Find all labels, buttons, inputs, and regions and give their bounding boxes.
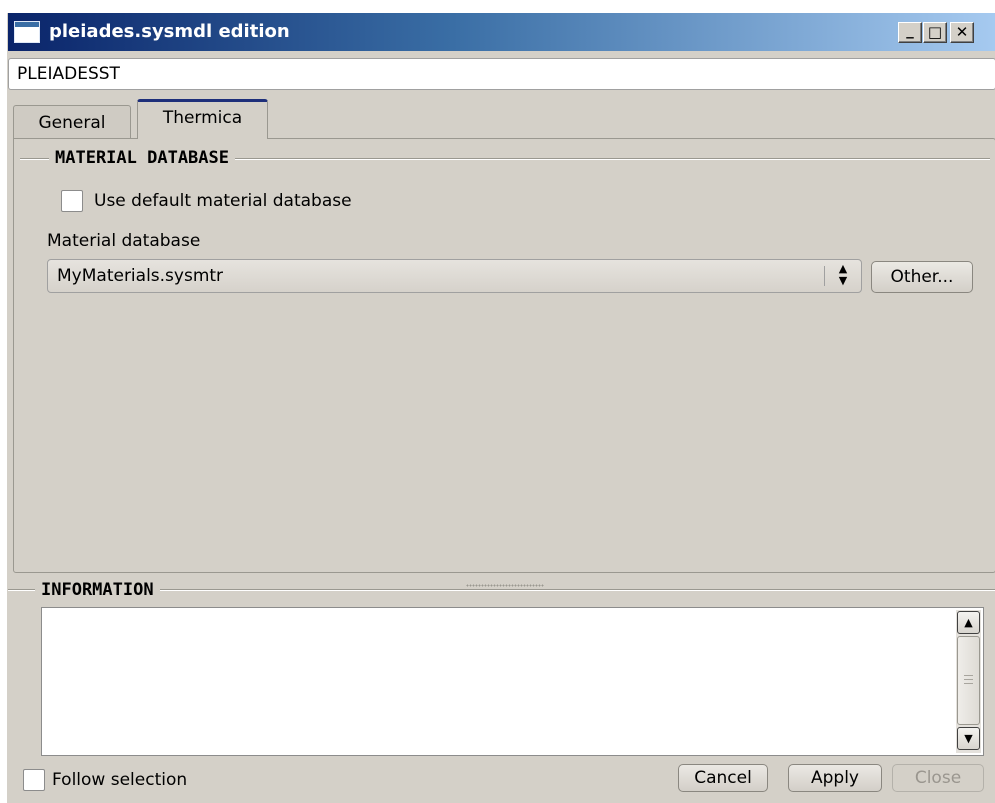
scroll-thumb[interactable]: [957, 636, 980, 725]
material-database-select[interactable]: MyMaterials.sysmtr ▲ ▼: [47, 259, 862, 293]
cancel-button[interactable]: Cancel: [678, 764, 768, 792]
material-database-group-title: MATERIAL DATABASE: [49, 147, 235, 169]
splitter-handle[interactable]: [466, 584, 544, 587]
close-button[interactable]: Close: [892, 764, 984, 792]
minimize-button[interactable]: _: [898, 21, 922, 43]
scroll-thumb-grip: [964, 675, 973, 684]
minimize-icon: _: [906, 21, 914, 39]
title-bar[interactable]: pleiades.sysmdl edition _ □ ✕: [8, 13, 995, 51]
tab-thermica-label: Thermica: [162, 108, 243, 128]
follow-selection-label: Follow selection: [52, 770, 188, 790]
editor-window: pleiades.sysmdl edition _ □ ✕ PLEIADESST…: [7, 13, 995, 803]
material-database-label: Material database: [47, 231, 201, 251]
other-database-button[interactable]: Other...: [871, 261, 973, 293]
apply-button[interactable]: Apply: [788, 764, 882, 792]
scroll-down-button[interactable]: ▼: [957, 727, 980, 750]
use-default-material-database-label: Use default material database: [94, 191, 352, 211]
material-database-select-value: MyMaterials.sysmtr: [57, 266, 224, 286]
tab-general[interactable]: General: [13, 105, 131, 139]
window-icon: [14, 21, 40, 43]
spinner-arrows-icon: ▲ ▼: [838, 262, 848, 287]
information-textarea[interactable]: ▲ ▼: [41, 607, 984, 756]
window-title: pleiades.sysmdl edition: [49, 21, 290, 42]
name-input[interactable]: PLEIADESST: [8, 58, 995, 90]
maximize-button[interactable]: □: [923, 22, 947, 43]
information-scrollbar[interactable]: ▲ ▼: [956, 610, 981, 753]
scroll-down-icon: ▼: [964, 732, 973, 745]
maximize-icon: □: [927, 23, 943, 41]
information-group-title: INFORMATION: [35, 579, 160, 601]
tab-thermica[interactable]: Thermica: [137, 99, 268, 139]
close-window-button[interactable]: ✕: [950, 22, 974, 43]
thermica-tab-panel: MATERIAL DATABASE Use default material d…: [13, 138, 995, 573]
tab-general-label: General: [38, 113, 106, 133]
select-separator: [824, 266, 825, 286]
follow-selection-checkbox[interactable]: [23, 769, 45, 791]
close-icon: ✕: [955, 23, 969, 41]
use-default-material-database-checkbox[interactable]: [61, 190, 83, 212]
scroll-up-button[interactable]: ▲: [957, 611, 980, 634]
scroll-up-icon: ▲: [964, 616, 973, 629]
